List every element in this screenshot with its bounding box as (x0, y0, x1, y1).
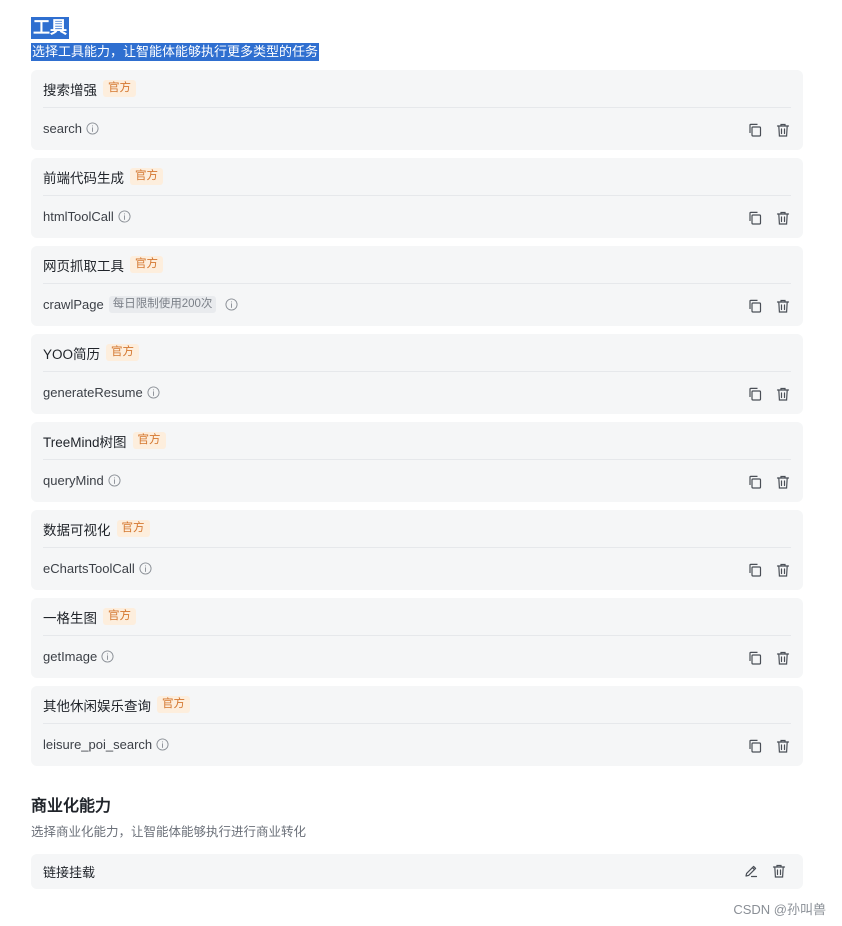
copy-icon[interactable] (747, 738, 763, 754)
tool-card-body: leisure_poi_search (43, 724, 791, 765)
function-name: getImage (43, 649, 98, 664)
tool-card-body: generateResume (43, 372, 791, 413)
trash-icon[interactable] (775, 562, 791, 578)
info-circle-icon[interactable] (86, 122, 99, 135)
card-actions (747, 562, 791, 578)
card-actions (747, 738, 791, 754)
trash-icon[interactable] (775, 738, 791, 754)
official-badge: 官方 (157, 696, 190, 713)
tool-name: 前端代码生成 (43, 170, 124, 186)
tool-card[interactable]: YOO简历 官方 generateResume (31, 334, 803, 414)
trash-icon[interactable] (775, 210, 791, 226)
official-badge: 官方 (103, 608, 136, 625)
commercial-section: 商业化能力 选择商业化能力，让智能体能够执行进行商业转化 链接挂载 (31, 796, 803, 889)
tool-card-body: getImage (43, 636, 791, 677)
tool-config-panel: 工具 选择工具能力，让智能体能够执行更多类型的任务 搜索增强 官方 search 前端… (31, 17, 803, 889)
function-name: crawlPage (43, 297, 104, 312)
info-circle-icon[interactable] (139, 562, 152, 575)
card-actions (747, 386, 791, 402)
edit-pencil-icon[interactable] (743, 863, 759, 879)
function-name: leisure_poi_search (43, 737, 153, 752)
tool-card-header: 数据可视化 官方 (43, 510, 791, 548)
tool-card-header: 其他休闲娱乐查询 官方 (43, 686, 791, 724)
official-badge: 官方 (130, 168, 163, 185)
card-actions (747, 298, 791, 314)
info-circle-icon[interactable] (118, 210, 131, 223)
trash-icon[interactable] (775, 298, 791, 314)
tool-card[interactable]: 搜索增强 官方 search (31, 70, 803, 150)
copy-icon[interactable] (747, 298, 763, 314)
commercial-title: 商业化能力 (31, 798, 112, 815)
official-badge: 官方 (130, 256, 163, 273)
card-actions (743, 863, 787, 879)
tool-card-body: crawlPage 每日限制使用200次 (43, 284, 791, 325)
tool-name: 数据可视化 (43, 522, 111, 538)
card-actions (747, 210, 791, 226)
official-badge: 官方 (106, 344, 140, 361)
trash-icon[interactable] (775, 122, 791, 138)
function-name: htmlToolCall (43, 209, 114, 224)
link-mount-label: 链接挂载 (43, 865, 96, 880)
info-circle-icon[interactable] (225, 298, 238, 311)
card-actions (747, 474, 791, 490)
section-title: 工具 (31, 17, 69, 39)
tool-list: 搜索增强 官方 search 前端代码生成 官方 htmlToolCall 网页抓取工具 官方… (31, 70, 803, 766)
tool-name: 网页抓取工具 (43, 258, 124, 274)
tool-card-header: TreeMind树图 官方 (43, 422, 791, 460)
trash-icon[interactable] (771, 863, 787, 879)
tool-card-body: queryMind (43, 460, 791, 501)
trash-icon[interactable] (775, 650, 791, 666)
function-name: generateResume (43, 385, 143, 400)
tool-card[interactable]: 前端代码生成 官方 htmlToolCall (31, 158, 803, 238)
tool-name: 其他休闲娱乐查询 (43, 698, 151, 714)
tool-name: TreeMind树图 (43, 434, 127, 450)
watermark: CSDN @孙叫兽 (733, 902, 826, 917)
trash-icon[interactable] (775, 386, 791, 402)
tool-name: YOO简历 (43, 346, 101, 362)
function-name: queryMind (43, 473, 104, 488)
copy-icon[interactable] (747, 562, 763, 578)
tool-card-body: htmlToolCall (43, 196, 791, 237)
copy-icon[interactable] (747, 122, 763, 138)
commercial-subtitle: 选择商业化能力，让智能体能够执行进行商业转化 (31, 825, 307, 839)
tool-card-body: eChartsToolCall (43, 548, 791, 589)
tool-card-header: YOO简历 官方 (43, 334, 791, 372)
copy-icon[interactable] (747, 474, 763, 490)
trash-icon[interactable] (775, 474, 791, 490)
copy-icon[interactable] (747, 210, 763, 226)
info-circle-icon[interactable] (147, 386, 160, 399)
tool-card[interactable]: 网页抓取工具 官方 crawlPage 每日限制使用200次 (31, 246, 803, 326)
tool-card[interactable]: 其他休闲娱乐查询 官方 leisure_poi_search (31, 686, 803, 766)
tool-name: 一格生图 (43, 610, 97, 626)
link-mount-card[interactable]: 链接挂载 (31, 854, 803, 889)
tool-card-header: 一格生图 官方 (43, 598, 791, 636)
tool-card-header: 网页抓取工具 官方 (43, 246, 791, 284)
info-circle-icon[interactable] (101, 650, 114, 663)
tool-card[interactable]: 数据可视化 官方 eChartsToolCall (31, 510, 803, 590)
tool-card-body: search (43, 108, 791, 149)
tools-section-title: 工具 (31, 17, 803, 39)
function-name: search (43, 121, 83, 136)
function-name: eChartsToolCall (43, 561, 135, 576)
tool-card-header: 前端代码生成 官方 (43, 158, 791, 196)
official-badge: 官方 (132, 432, 166, 449)
tool-name: 搜索增强 (43, 82, 97, 98)
copy-icon[interactable] (747, 386, 763, 402)
info-circle-icon[interactable] (156, 738, 169, 751)
info-circle-icon[interactable] (108, 474, 121, 487)
usage-limit-tag: 每日限制使用200次 (108, 296, 217, 313)
tool-card[interactable]: TreeMind树图 官方 queryMind (31, 422, 803, 502)
copy-icon[interactable] (747, 650, 763, 666)
official-badge: 官方 (103, 80, 136, 97)
card-actions (747, 122, 791, 138)
section-subtitle: 选择工具能力，让智能体能够执行更多类型的任务 (31, 43, 320, 61)
tool-card[interactable]: 一格生图 官方 getImage (31, 598, 803, 678)
card-actions (747, 650, 791, 666)
official-badge: 官方 (116, 520, 150, 537)
tool-card-header: 搜索增强 官方 (43, 70, 791, 108)
